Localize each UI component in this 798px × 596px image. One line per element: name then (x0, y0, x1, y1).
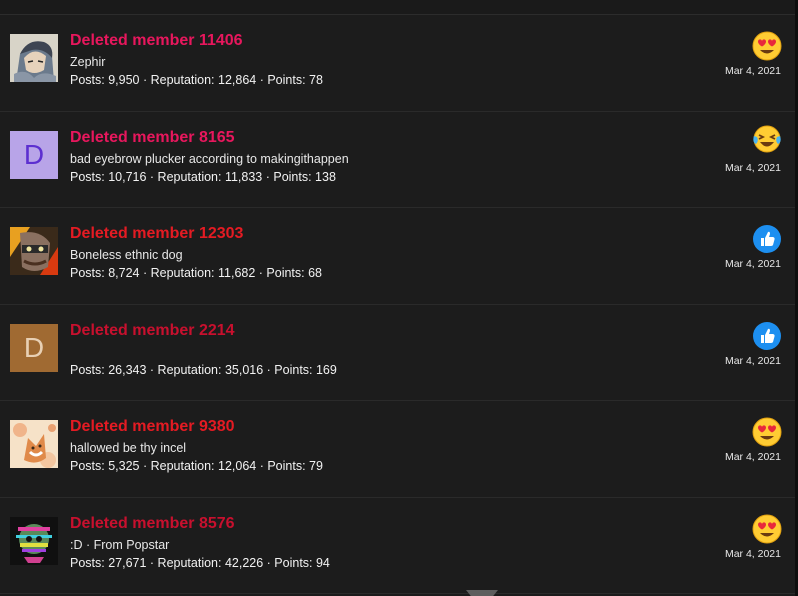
member-row: Deleted member 11406 Zephir Posts: 9,950… (0, 15, 795, 112)
reaction-date: Mar 4, 2021 (724, 354, 781, 367)
member-user-title: Zephir (70, 55, 106, 69)
member-row: Deleted member 12303 Boneless ethnic dog… (0, 208, 795, 305)
reaction-date: Mar 4, 2021 (724, 161, 781, 174)
heart-eyes-emoji (752, 417, 782, 447)
member-name-link[interactable]: Deleted member 8165 (70, 129, 235, 147)
member-name-link[interactable]: Deleted member 11406 (70, 32, 243, 50)
reaction-date: Mar 4, 2021 (724, 258, 781, 270)
member-name-link[interactable]: Deleted member 12303 (70, 225, 243, 243)
reactions-member-list: Deleted member 11406 Zephir Posts: 9,950… (0, 0, 798, 596)
crying-laughing-emoji (752, 124, 782, 154)
member-row: Deleted member 8576 :D · From Popstar Po… (0, 497, 795, 594)
member-avatar-image[interactable] (10, 34, 58, 82)
reaction-date: Mar 4, 2021 (724, 547, 781, 560)
list-top-border (0, 0, 798, 15)
heart-eyes-emoji (752, 31, 782, 61)
member-avatar-image[interactable] (10, 227, 58, 275)
member-avatar-image[interactable] (10, 516, 58, 565)
member-name-link[interactable]: Deleted member 2214 (70, 322, 235, 340)
member-stats: Posts: 26,343 · Reputation: 35,016 · Poi… (70, 362, 337, 377)
member-user-title: hallowed be thy incel (70, 441, 187, 455)
heart-eyes-emoji (752, 514, 782, 544)
thumbs-up-icon (752, 224, 782, 254)
member-user-title: Boneless ethnic dog (70, 248, 183, 262)
member-name-link[interactable]: Deleted member 8576 (70, 515, 235, 533)
reaction-date: Mar 4, 2021 (724, 451, 781, 463)
member-stats: Posts: 5,325 · Reputation: 12,064 · Poin… (70, 459, 323, 473)
member-stats: Posts: 8,724 · Reputation: 11,682 · Poin… (70, 266, 323, 280)
reaction-date: Mar 4, 2021 (724, 65, 781, 77)
thumbs-up-icon (752, 321, 782, 351)
member-stats: Posts: 27,671 · Reputation: 42,226 · Poi… (70, 555, 330, 570)
member-avatar[interactable]: D (10, 323, 58, 372)
member-avatar-image[interactable] (10, 420, 58, 468)
member-user-title: bad eyebrow plucker according to makingi… (70, 151, 349, 166)
member-list: Deleted member 11406 Zephir Posts: 9,950… (0, 15, 795, 594)
scroll-down-indicator[interactable] (466, 590, 498, 596)
member-stats: Posts: 9,950 · Reputation: 12,864 · Poin… (70, 73, 323, 87)
member-row: D Deleted member 8165 bad eyebrow plucke… (0, 111, 795, 208)
member-row: Deleted member 9380 hallowed be thy ince… (0, 401, 795, 498)
member-name-link[interactable]: Deleted member 9380 (70, 418, 235, 436)
member-stats: Posts: 10,716 · Reputation: 11,833 · Poi… (70, 169, 336, 184)
member-avatar[interactable]: D (10, 130, 58, 179)
member-row: D Deleted member 2214 Posts: 26,343 · Re… (0, 304, 795, 401)
member-user-title: :D · From Popstar (70, 537, 170, 552)
